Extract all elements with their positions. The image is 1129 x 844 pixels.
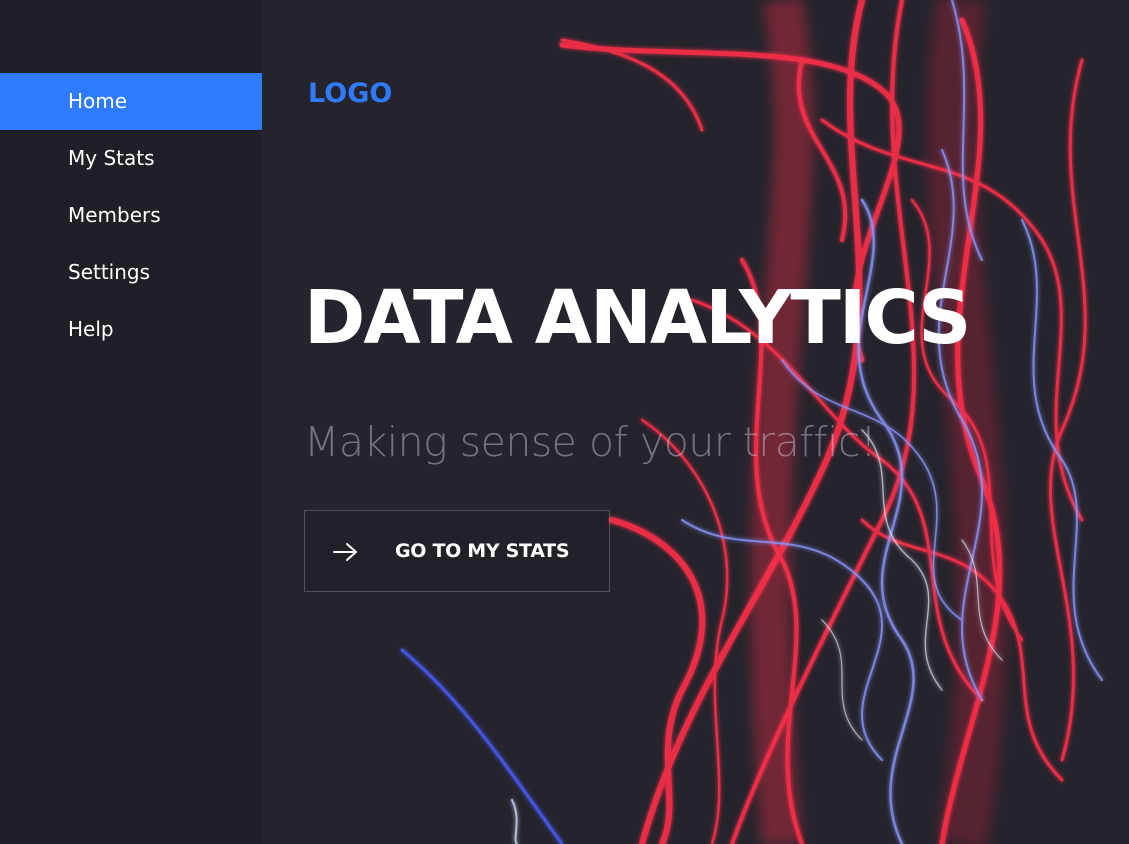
sidebar-item-members[interactable]: Members <box>0 187 262 244</box>
sidebar-item-label: Help <box>68 317 114 341</box>
hero-title: DATA ANALYTICS <box>304 275 971 361</box>
app-window: Home My Stats Members Settings Help LOGO… <box>0 0 1129 844</box>
go-to-my-stats-button[interactable]: GO TO MY STATS <box>304 510 610 592</box>
hero-subtitle: Making sense of your traffic! <box>304 418 877 466</box>
sidebar-item-my-stats[interactable]: My Stats <box>0 130 262 187</box>
arrow-right-icon <box>333 543 357 561</box>
hero-content: LOGO DATA ANALYTICS Making sense of your… <box>262 0 1129 844</box>
sidebar-item-settings[interactable]: Settings <box>0 244 262 301</box>
sidebar-item-label: Settings <box>68 260 151 284</box>
sidebar-item-label: Members <box>68 203 161 227</box>
sidebar: Home My Stats Members Settings Help <box>0 0 262 844</box>
sidebar-item-home[interactable]: Home <box>0 73 262 130</box>
cta-label: GO TO MY STATS <box>395 540 570 562</box>
sidebar-nav: Home My Stats Members Settings Help <box>0 73 262 358</box>
sidebar-item-label: My Stats <box>68 146 155 170</box>
sidebar-item-label: Home <box>68 89 128 113</box>
sidebar-item-help[interactable]: Help <box>0 301 262 358</box>
logo[interactable]: LOGO <box>308 78 392 109</box>
main-hero: LOGO DATA ANALYTICS Making sense of your… <box>262 0 1129 844</box>
